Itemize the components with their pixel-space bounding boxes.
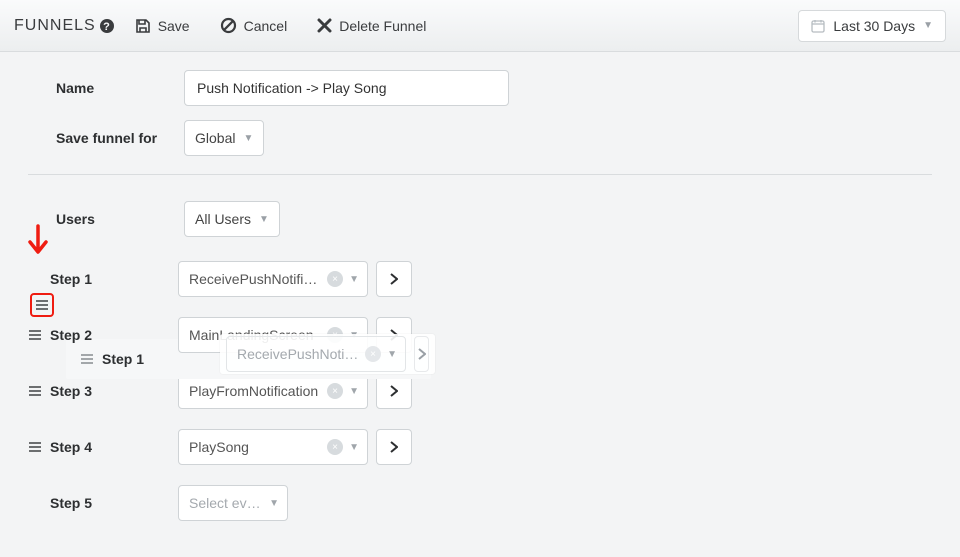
title-text: FUNNELS bbox=[14, 17, 96, 35]
step-row: Step 1 ReceivePushNotification × ▼ bbox=[28, 259, 932, 299]
delete-funnel-button[interactable]: Delete Funnel bbox=[317, 18, 426, 34]
save-for-row: Save funnel for Global ▼ bbox=[28, 120, 932, 156]
svg-text:?: ? bbox=[103, 21, 111, 33]
expand-step-button[interactable] bbox=[376, 261, 412, 297]
step-label: Step 2 bbox=[50, 327, 178, 343]
event-name: ReceivePushNotification bbox=[237, 346, 359, 362]
clear-icon[interactable]: × bbox=[327, 383, 343, 399]
name-label: Name bbox=[56, 80, 184, 96]
event-placeholder: Select event bbox=[189, 495, 263, 511]
drag-handle-icon[interactable] bbox=[28, 385, 50, 397]
clear-icon[interactable]: × bbox=[327, 271, 343, 287]
users-label: Users bbox=[56, 211, 184, 227]
step-label: Step 5 bbox=[50, 495, 178, 511]
funnels-title: FUNNELS ? bbox=[14, 17, 115, 35]
chevron-down-icon: ▼ bbox=[923, 20, 933, 31]
expand-step-button[interactable] bbox=[414, 336, 429, 372]
drag-handle-icon[interactable] bbox=[28, 329, 50, 341]
event-name: PlaySong bbox=[189, 439, 321, 455]
save-for-value: Global bbox=[195, 130, 235, 146]
users-select[interactable]: All Users ▼ bbox=[184, 201, 280, 237]
drag-handle-icon[interactable] bbox=[28, 441, 50, 453]
date-range-label: Last 30 Days bbox=[833, 18, 915, 34]
save-icon bbox=[135, 18, 151, 34]
expand-step-button[interactable] bbox=[376, 429, 412, 465]
step-row: Step 5 Select event ▼ bbox=[28, 483, 932, 523]
chevron-down-icon: ▼ bbox=[259, 214, 269, 225]
chevron-down-icon: ▼ bbox=[349, 442, 359, 453]
cancel-button[interactable]: Cancel bbox=[220, 17, 288, 34]
step-event-select[interactable]: ReceivePushNotification × ▼ bbox=[226, 336, 406, 372]
steps-container: Step 1 ReceivePushNotification × ▼ Step … bbox=[28, 259, 932, 523]
step-row: Step 2 MainLandingScreen × ▼ bbox=[28, 315, 932, 355]
help-icon[interactable]: ? bbox=[99, 18, 115, 34]
dragged-step-floating[interactable]: ReceivePushNotification × ▼ bbox=[220, 334, 435, 374]
step-label: Step 3 bbox=[50, 383, 178, 399]
toolbar: FUNNELS ? Save Cancel Delete Funnel Last… bbox=[0, 0, 960, 52]
save-for-label: Save funnel for bbox=[56, 130, 184, 146]
delete-label: Delete Funnel bbox=[339, 18, 426, 34]
save-button[interactable]: Save bbox=[135, 18, 190, 34]
step-label: Step 1 bbox=[50, 271, 178, 287]
step-event-select[interactable]: ReceivePushNotification × ▼ bbox=[178, 261, 368, 297]
close-icon bbox=[317, 18, 332, 33]
save-for-select[interactable]: Global ▼ bbox=[184, 120, 264, 156]
users-value: All Users bbox=[195, 211, 251, 227]
chevron-down-icon: ▼ bbox=[269, 498, 279, 509]
event-name: ReceivePushNotification bbox=[189, 271, 321, 287]
cancel-icon bbox=[220, 17, 237, 34]
clear-icon[interactable]: × bbox=[327, 439, 343, 455]
arrow-annotation bbox=[24, 224, 52, 262]
users-row: Users All Users ▼ bbox=[28, 201, 932, 237]
save-label: Save bbox=[158, 18, 190, 34]
chevron-down-icon: ▼ bbox=[349, 274, 359, 285]
divider bbox=[28, 174, 932, 175]
step-label: Step 4 bbox=[50, 439, 178, 455]
chevron-down-icon: ▼ bbox=[387, 349, 397, 360]
step-event-select[interactable]: Select event ▼ bbox=[178, 485, 288, 521]
funnel-name-input[interactable] bbox=[184, 70, 509, 106]
cancel-label: Cancel bbox=[244, 18, 288, 34]
event-name: PlayFromNotification bbox=[189, 383, 321, 399]
chevron-down-icon: ▼ bbox=[349, 386, 359, 397]
step-row: Step 4 PlaySong × ▼ bbox=[28, 427, 932, 467]
content-area: Name Save funnel for Global ▼ Users All … bbox=[0, 52, 960, 557]
date-range-button[interactable]: Last 30 Days ▼ bbox=[798, 10, 946, 42]
calendar-icon bbox=[811, 19, 825, 33]
name-row: Name bbox=[28, 70, 932, 106]
chevron-down-icon: ▼ bbox=[243, 133, 253, 144]
step-event-select[interactable]: PlaySong × ▼ bbox=[178, 429, 368, 465]
clear-icon[interactable]: × bbox=[365, 346, 381, 362]
